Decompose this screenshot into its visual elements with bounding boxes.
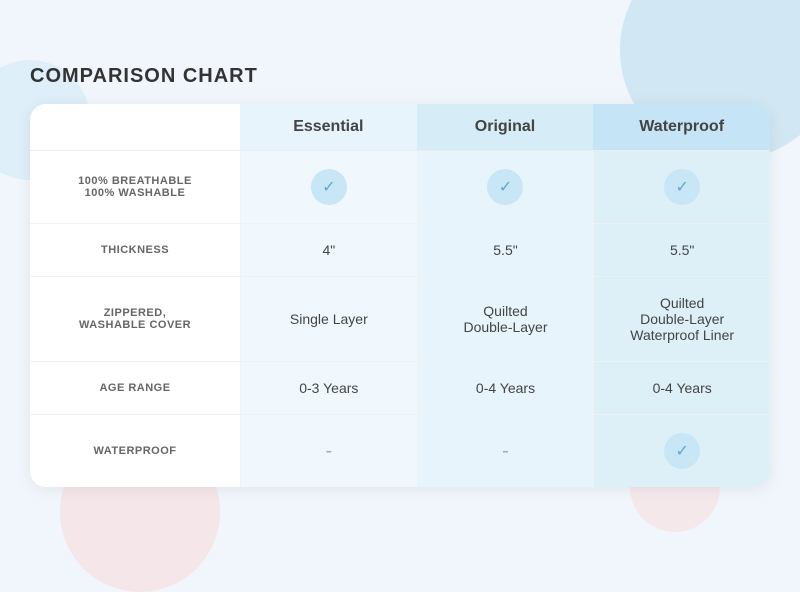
dash-icon: -	[502, 440, 509, 463]
header-waterproof: Waterproof	[593, 104, 770, 151]
row-breathable-essential: ✓	[240, 151, 417, 224]
header-essential: Essential	[240, 104, 417, 151]
row-cover-essential: Single Layer	[240, 277, 417, 362]
check-icon: ✓	[311, 169, 347, 205]
chart-title: COMPARISON CHART	[30, 65, 770, 88]
header-empty	[30, 104, 240, 151]
row-label-age: AGE RANGE	[30, 362, 240, 415]
row-cover-waterproof: QuiltedDouble-LayerWaterproof Liner	[593, 277, 770, 362]
row-cover-original: QuiltedDouble-Layer	[417, 277, 594, 362]
check-icon: ✓	[664, 433, 700, 469]
row-label-cover: ZIPPERED,WASHABLE COVER	[30, 277, 240, 362]
row-thickness-waterproof: 5.5"	[593, 224, 770, 277]
comparison-chart: Essential Original Waterproof 100% BREAT…	[30, 104, 770, 487]
check-icon: ✓	[664, 169, 700, 205]
row-age-waterproof: 0-4 Years	[593, 362, 770, 415]
header-original: Original	[417, 104, 594, 151]
row-label-waterproof: WATERPROOF	[30, 415, 240, 487]
dash-icon: -	[325, 440, 332, 463]
row-label-breathable: 100% BREATHABLE100% WASHABLE	[30, 151, 240, 224]
row-age-essential: 0-3 Years	[240, 362, 417, 415]
row-waterproof-waterproof: ✓	[593, 415, 770, 487]
row-waterproof-original: -	[417, 415, 594, 487]
row-breathable-waterproof: ✓	[593, 151, 770, 224]
check-icon: ✓	[487, 169, 523, 205]
row-thickness-essential: 4"	[240, 224, 417, 277]
row-thickness-original: 5.5"	[417, 224, 594, 277]
row-label-thickness: THICKNESS	[30, 224, 240, 277]
row-age-original: 0-4 Years	[417, 362, 594, 415]
comparison-chart-container: COMPARISON CHART Essential Original Wate…	[30, 45, 770, 507]
row-breathable-original: ✓	[417, 151, 594, 224]
row-waterproof-essential: -	[240, 415, 417, 487]
